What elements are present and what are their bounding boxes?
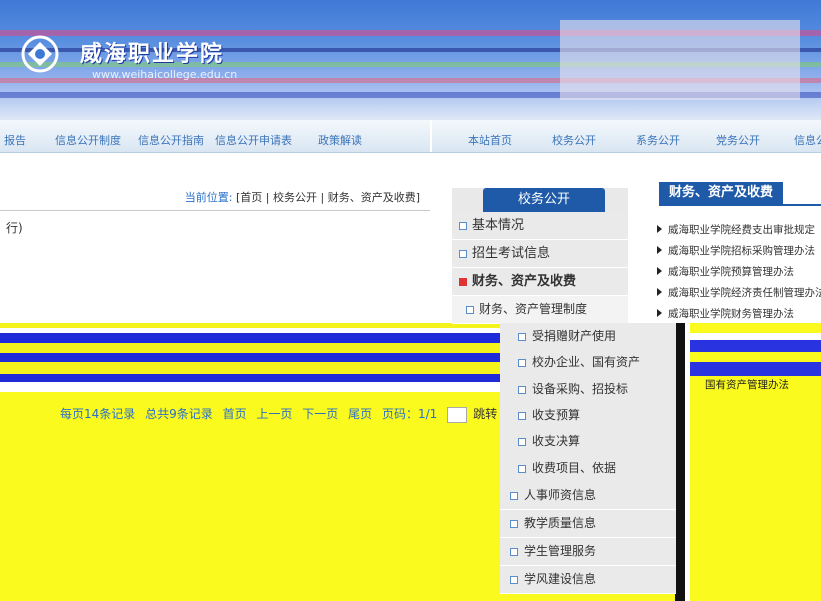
square-bullet-icon [518, 332, 526, 341]
article-list-title: 财务、资产及收费 [659, 182, 783, 204]
side-item-basic-info[interactable]: 基本情况 [452, 212, 628, 240]
campus-building-image [560, 20, 800, 100]
nav-item-school-affairs[interactable]: 校务公开 [552, 132, 596, 148]
square-bullet-active-icon [459, 277, 467, 286]
pager-prev-link[interactable]: 上一页 [256, 407, 292, 421]
breadcrumb-path[interactable]: [首页 | 校务公开 | 财务、资产及收费] [236, 191, 420, 204]
triangle-bullet-icon [657, 246, 662, 254]
pager-page-indicator: 页码：1/1 [381, 407, 438, 421]
pagination: 每页14条记录 总共9条记录 首页 上一页 下一页 尾页 页码：1/1 跳转 [60, 405, 503, 423]
article-link[interactable]: 威海职业学院经济责任制管理办法 [657, 285, 821, 300]
article-link[interactable]: 威海职业学院经费支出审批规定（ [657, 222, 821, 237]
square-bullet-icon [518, 358, 526, 367]
triangle-bullet-icon [657, 225, 662, 233]
nav-item-policy[interactable]: 政策解读 [318, 132, 362, 148]
school-logo [21, 35, 59, 73]
square-bullet-icon [510, 547, 518, 556]
side-item-personnel[interactable]: 人事师资信息 [500, 482, 676, 510]
triangle-bullet-icon [657, 288, 662, 296]
render-artifact-area [680, 392, 821, 601]
page-jump-input[interactable] [447, 406, 468, 423]
square-bullet-icon [518, 437, 526, 446]
article-link[interactable]: 威海职业学院招标采购管理办法 [657, 243, 815, 258]
pager-total: 总共9条记录 [145, 407, 213, 421]
nav-item-disclosure-system[interactable]: 信息公开制度 [55, 132, 121, 148]
square-bullet-icon [466, 305, 474, 314]
side-subitem-procurement[interactable]: 设备采购、招投标 [500, 376, 676, 404]
breadcrumb: 当前位置: [首页 | 校务公开 | 财务、资产及收费] [185, 189, 420, 205]
school-url: www.weihaicollege.edu.cn [92, 68, 238, 81]
square-bullet-icon [459, 221, 467, 230]
pager-first-link[interactable]: 首页 [223, 407, 247, 421]
side-subitem-donations[interactable]: 受捐赠财产使用 [500, 323, 676, 351]
render-artifact-band [680, 340, 821, 352]
side-item-admissions[interactable]: 招生考试信息 [452, 240, 628, 268]
side-item-student-services[interactable]: 学生管理服务 [500, 538, 676, 566]
square-bullet-icon [518, 385, 526, 394]
side-subitem-fees[interactable]: 收费项目、依据 [500, 455, 676, 483]
school-name: 威海职业学院 [80, 42, 225, 67]
pager-jump-button[interactable]: 跳转 [473, 407, 497, 421]
article-link[interactable]: 威海职业学院财务管理办法 [657, 306, 794, 321]
render-artifact-bar [685, 323, 690, 601]
top-nav: 报告 信息公开制度 信息公开指南 信息公开申请表 政策解读 本站首页 校务公开 … [0, 120, 821, 153]
side-subitem-finance-rules[interactable]: 财务、资产管理制度 [452, 296, 628, 324]
content-text: 行) [6, 221, 23, 235]
breadcrumb-divider [0, 210, 430, 211]
side-item-finance[interactable]: 财务、资产及收费 [452, 268, 628, 296]
pager-last-link[interactable]: 尾页 [348, 407, 372, 421]
pager-per-page: 每页14条记录 [60, 407, 136, 421]
article-list-underline [659, 204, 821, 206]
square-bullet-icon [510, 519, 518, 528]
render-artifact-bar [675, 323, 685, 601]
nav-item-disclosure-guide[interactable]: 信息公开指南 [138, 132, 204, 148]
render-artifact-band [680, 362, 821, 376]
side-subitem-final-accounts[interactable]: 收支决算 [500, 428, 676, 456]
side-menu-title: 校务公开 [483, 188, 605, 212]
nav-item-home[interactable]: 本站首页 [468, 132, 512, 148]
triangle-bullet-icon [657, 267, 662, 275]
article-link[interactable]: 国有资产管理办法 [705, 377, 789, 392]
square-bullet-icon [518, 411, 526, 420]
square-bullet-icon [510, 575, 518, 584]
nav-item-party-affairs[interactable]: 党务公开 [716, 132, 760, 148]
side-item-study-style[interactable]: 学风建设信息 [500, 566, 676, 594]
nav-divider [430, 120, 432, 152]
square-bullet-icon [459, 249, 467, 258]
nav-item-report[interactable]: 报告 [4, 132, 26, 148]
side-item-teaching-quality[interactable]: 教学质量信息 [500, 510, 676, 538]
side-subitem-enterprises[interactable]: 校办企业、国有资产 [500, 349, 676, 377]
pager-next-link[interactable]: 下一页 [302, 407, 338, 421]
nav-item-info[interactable]: 信息公 [794, 132, 821, 148]
breadcrumb-label: 当前位置: [184, 191, 233, 204]
render-artifact-band [680, 352, 821, 362]
render-artifact-band [680, 323, 821, 333]
nav-item-application-form[interactable]: 信息公开申请表 [215, 132, 292, 148]
triangle-bullet-icon [657, 309, 662, 317]
side-subitem-budget[interactable]: 收支预算 [500, 402, 676, 430]
square-bullet-icon [510, 491, 518, 500]
article-link[interactable]: 威海职业学院预算管理办法 [657, 264, 794, 279]
nav-item-dept-affairs[interactable]: 系务公开 [636, 132, 680, 148]
square-bullet-icon [518, 464, 526, 473]
